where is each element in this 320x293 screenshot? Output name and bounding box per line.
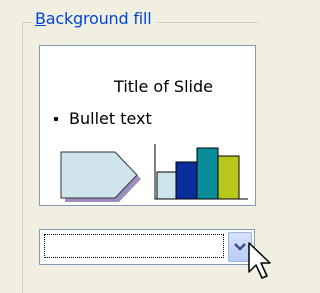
group-title-text: ackground fill	[45, 9, 152, 28]
slide-preview: Title of Slide Bullet text	[39, 45, 256, 206]
chart-bar-1	[156, 171, 177, 200]
dropdown-value[interactable]	[44, 234, 224, 258]
mouse-pointer-icon	[248, 242, 271, 279]
chart-bar-2	[175, 161, 198, 200]
chart-bar-4	[217, 155, 240, 200]
background-fill-dropdown[interactable]	[39, 229, 255, 265]
group-title: Background fill	[33, 9, 156, 28]
preview-graphics	[60, 144, 248, 202]
group-title-mnemonic: B	[35, 9, 46, 28]
chart-bar-3	[196, 147, 219, 200]
chevron-down-icon	[234, 243, 246, 251]
